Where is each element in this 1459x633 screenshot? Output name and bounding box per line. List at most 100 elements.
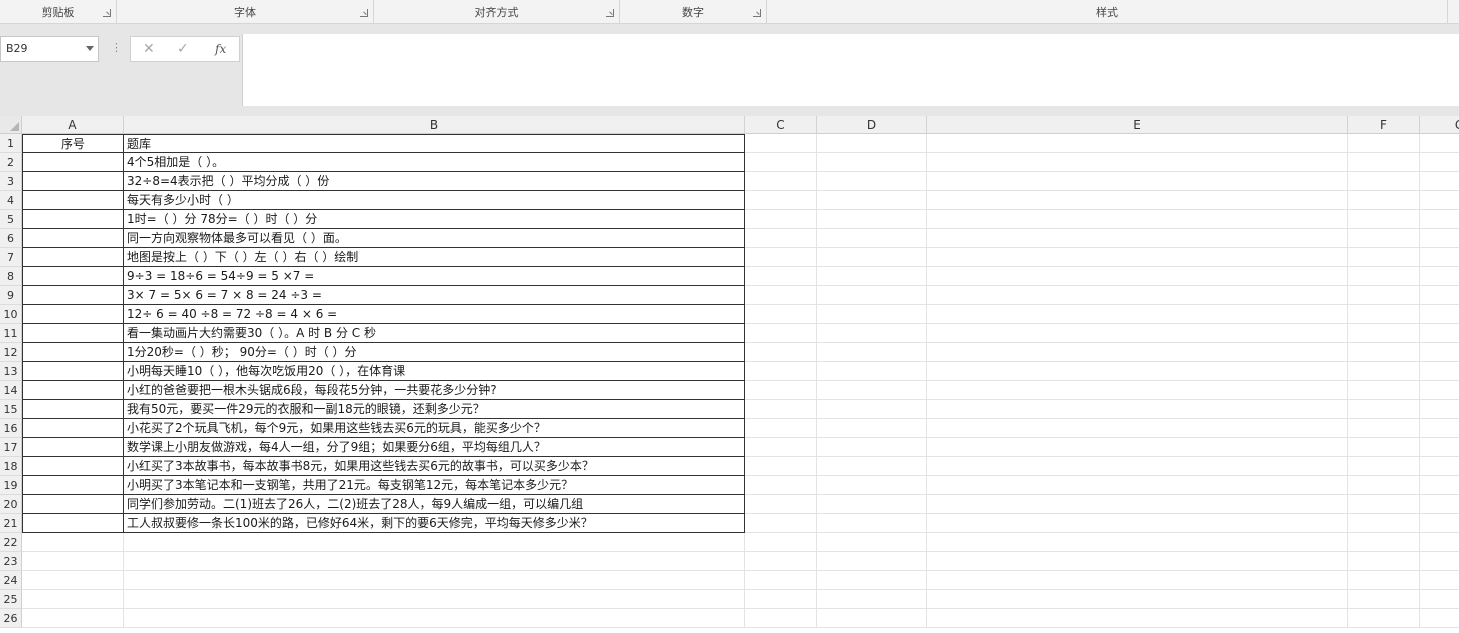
cell-c1[interactable] [745, 134, 817, 153]
cell-a20[interactable] [22, 495, 124, 514]
cell-c21[interactable] [745, 514, 817, 533]
cell-a22[interactable] [22, 533, 124, 552]
cell-e19[interactable] [927, 476, 1348, 495]
cell-d18[interactable] [817, 457, 927, 476]
cell-b26[interactable] [124, 609, 745, 628]
cell-g13[interactable] [1420, 362, 1459, 381]
cell-c20[interactable] [745, 495, 817, 514]
row-header-1[interactable]: 1 [0, 134, 22, 153]
cell-d7[interactable] [817, 248, 927, 267]
row-header-14[interactable]: 14 [0, 381, 22, 400]
cell-a23[interactable] [22, 552, 124, 571]
column-header-e[interactable]: E [927, 116, 1348, 134]
cell-f8[interactable] [1348, 267, 1420, 286]
cell-b16[interactable]: 小花买了2个玩具飞机，每个9元，如果用这些钱去买6元的玩具，能买多少个？ [124, 419, 745, 438]
cell-d16[interactable] [817, 419, 927, 438]
cell-e5[interactable] [927, 210, 1348, 229]
cell-b21[interactable]: 工人叔叔要修一条长100米的路，已修好64米，剩下的要6天修完，平均每天修多少米… [124, 514, 745, 533]
cell-a21[interactable] [22, 514, 124, 533]
cell-d5[interactable] [817, 210, 927, 229]
cell-d1[interactable] [817, 134, 927, 153]
cell-c10[interactable] [745, 305, 817, 324]
cell-d21[interactable] [817, 514, 927, 533]
cell-d23[interactable] [817, 552, 927, 571]
cell-b10[interactable]: 12÷ 6 = 40 ÷8 = 72 ÷8 = 4 × 6 = [124, 305, 745, 324]
cell-g9[interactable] [1420, 286, 1459, 305]
column-header-f[interactable]: F [1348, 116, 1420, 134]
cell-g12[interactable] [1420, 343, 1459, 362]
cell-c9[interactable] [745, 286, 817, 305]
cell-e23[interactable] [927, 552, 1348, 571]
cell-d15[interactable] [817, 400, 927, 419]
cell-d17[interactable] [817, 438, 927, 457]
cell-d11[interactable] [817, 324, 927, 343]
cell-e1[interactable] [927, 134, 1348, 153]
cell-g19[interactable] [1420, 476, 1459, 495]
row-header-3[interactable]: 3 [0, 172, 22, 191]
cell-a15[interactable] [22, 400, 124, 419]
cell-c18[interactable] [745, 457, 817, 476]
cell-b25[interactable] [124, 590, 745, 609]
check-icon[interactable]: ✓ [177, 39, 189, 59]
cell-f15[interactable] [1348, 400, 1420, 419]
cell-g5[interactable] [1420, 210, 1459, 229]
cell-e2[interactable] [927, 153, 1348, 172]
cell-c15[interactable] [745, 400, 817, 419]
cell-d2[interactable] [817, 153, 927, 172]
cell-e7[interactable] [927, 248, 1348, 267]
cell-f3[interactable] [1348, 172, 1420, 191]
cell-g11[interactable] [1420, 324, 1459, 343]
cell-c17[interactable] [745, 438, 817, 457]
cell-e12[interactable] [927, 343, 1348, 362]
cell-c7[interactable] [745, 248, 817, 267]
row-header-20[interactable]: 20 [0, 495, 22, 514]
cell-e22[interactable] [927, 533, 1348, 552]
row-header-19[interactable]: 19 [0, 476, 22, 495]
row-header-4[interactable]: 4 [0, 191, 22, 210]
cell-c13[interactable] [745, 362, 817, 381]
cell-f17[interactable] [1348, 438, 1420, 457]
cell-a6[interactable] [22, 229, 124, 248]
cell-d6[interactable] [817, 229, 927, 248]
cell-f2[interactable] [1348, 153, 1420, 172]
cell-e21[interactable] [927, 514, 1348, 533]
cell-f7[interactable] [1348, 248, 1420, 267]
cell-e13[interactable] [927, 362, 1348, 381]
cell-e18[interactable] [927, 457, 1348, 476]
cell-g21[interactable] [1420, 514, 1459, 533]
cell-e8[interactable] [927, 267, 1348, 286]
cell-b13[interactable]: 小明每天睡10（ ），他每次吃饭用20（ ），在体育课 [124, 362, 745, 381]
row-header-10[interactable]: 10 [0, 305, 22, 324]
cell-d22[interactable] [817, 533, 927, 552]
cell-c19[interactable] [745, 476, 817, 495]
cell-g4[interactable] [1420, 191, 1459, 210]
cell-g10[interactable] [1420, 305, 1459, 324]
cell-g23[interactable] [1420, 552, 1459, 571]
cell-f20[interactable] [1348, 495, 1420, 514]
cell-b5[interactable]: 1时=（ ）分 78分=（ ）时（ ）分 [124, 210, 745, 229]
cell-f9[interactable] [1348, 286, 1420, 305]
cell-g20[interactable] [1420, 495, 1459, 514]
cell-g3[interactable] [1420, 172, 1459, 191]
column-header-d[interactable]: D [817, 116, 927, 134]
row-header-26[interactable]: 26 [0, 609, 22, 628]
cell-g14[interactable] [1420, 381, 1459, 400]
row-header-23[interactable]: 23 [0, 552, 22, 571]
formula-bar-grip-icon[interactable]: ⋮ [111, 42, 122, 54]
cell-b19[interactable]: 小明买了3本笔记本和一支钢笔，共用了21元。每支钢笔12元，每本笔记本多少元？ [124, 476, 745, 495]
cell-b11[interactable]: 看一集动画片大约需要30（ ）。A 时 B 分 C 秒 [124, 324, 745, 343]
cell-d13[interactable] [817, 362, 927, 381]
cell-d4[interactable] [817, 191, 927, 210]
cell-g17[interactable] [1420, 438, 1459, 457]
cell-c26[interactable] [745, 609, 817, 628]
cell-a18[interactable] [22, 457, 124, 476]
cell-a1[interactable]: 序号 [22, 134, 124, 153]
cell-c2[interactable] [745, 153, 817, 172]
cell-b15[interactable]: 我有50元，要买一件29元的衣服和一副18元的眼镜，还剩多少元？ [124, 400, 745, 419]
cell-d14[interactable] [817, 381, 927, 400]
row-header-25[interactable]: 25 [0, 590, 22, 609]
row-header-16[interactable]: 16 [0, 419, 22, 438]
row-header-7[interactable]: 7 [0, 248, 22, 267]
cell-d12[interactable] [817, 343, 927, 362]
cell-f12[interactable] [1348, 343, 1420, 362]
